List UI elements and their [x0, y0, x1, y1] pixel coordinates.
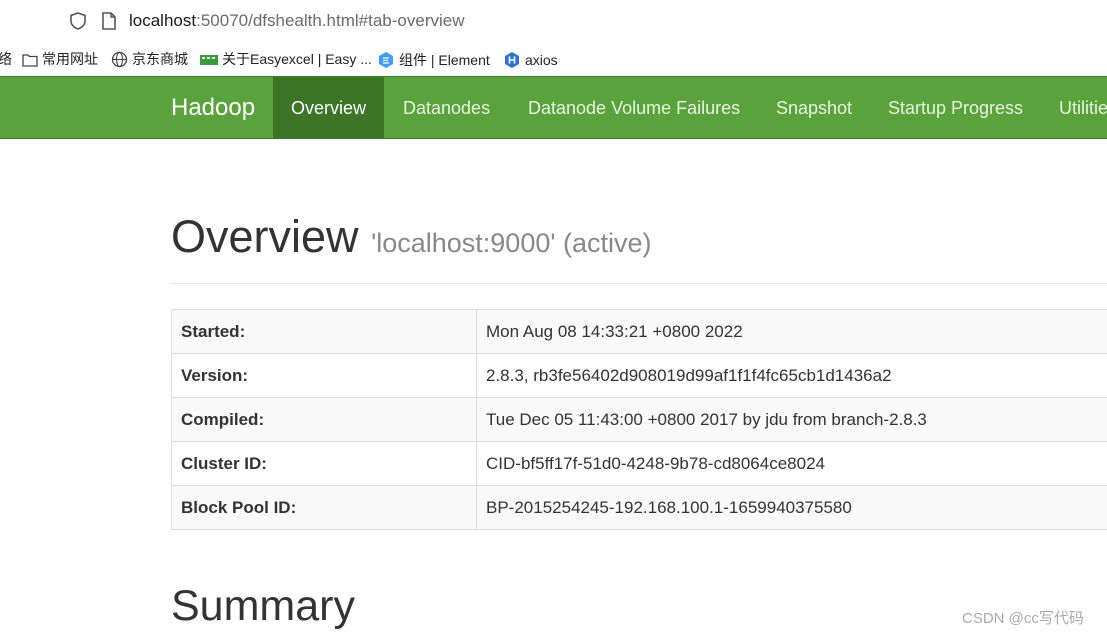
address-bar[interactable]: localhost:50070/dfshealth.html#tab-overv…: [0, 0, 1107, 42]
divider: [171, 283, 1107, 284]
row-value: Tue Dec 05 11:43:00 +0800 2017 by jdu fr…: [476, 397, 1107, 442]
bookmarks-bar: 络 常用网址 京东商城 关于Easyexcel | Easy ... 组件 | …: [0, 42, 1107, 75]
row-key: Cluster ID:: [171, 441, 477, 486]
url-text[interactable]: localhost:50070/dfshealth.html#tab-overv…: [129, 11, 465, 31]
bookmark-easyexcel[interactable]: 关于Easyexcel | Easy ...: [200, 51, 372, 68]
row-key: Compiled:: [171, 397, 477, 442]
summary-heading: Summary: [171, 582, 355, 630]
bookmark-label: 络: [0, 51, 12, 67]
tab-overview[interactable]: Overview: [273, 77, 385, 139]
brand-logo[interactable]: Hadoop: [171, 77, 255, 139]
overview-heading: Overview: [171, 211, 359, 262]
hadoop-navbar: Hadoop Overview Datanodes Datanode Volum…: [0, 76, 1107, 139]
table-row: Version: 2.8.3, rb3fe56402d908019d99af1f…: [171, 353, 1107, 398]
bookmark-label: axios: [525, 51, 558, 68]
folder-icon: [22, 53, 38, 67]
overview-subheading: 'localhost:9000' (active): [371, 228, 652, 258]
bookmark-element[interactable]: 组件 | Element: [377, 51, 490, 69]
row-key: Block Pool ID:: [171, 485, 477, 530]
bookmark-label: 京东商城: [132, 51, 188, 67]
tab-datanodes[interactable]: Datanodes: [403, 77, 490, 139]
row-value: BP-2015254245-192.168.100.1-165994037558…: [476, 485, 1107, 530]
row-value: 2.8.3, rb3fe56402d908019d99af1f1f4fc65cb…: [476, 353, 1107, 398]
page-title: Overview 'localhost:9000' (active): [171, 210, 652, 270]
table-row: Compiled: Tue Dec 05 11:43:00 +0800 2017…: [171, 397, 1107, 442]
table-row: Block Pool ID: BP-2015254245-192.168.100…: [171, 485, 1107, 530]
row-value: Mon Aug 08 14:33:21 +0800 2022: [476, 309, 1107, 354]
tab-utilities[interactable]: Utilitie: [1059, 77, 1107, 139]
bookmark-item[interactable]: 络: [0, 51, 12, 68]
tab-snapshot[interactable]: Snapshot: [776, 77, 852, 139]
bookmark-changyong[interactable]: 常用网址: [22, 51, 98, 68]
element-icon: [379, 52, 393, 68]
bookmark-axios[interactable]: axios: [503, 51, 558, 69]
table-row: Cluster ID: CID-bf5ff17f-51d0-4248-9b78-…: [171, 441, 1107, 486]
shield-icon[interactable]: [68, 11, 88, 31]
url-path: :50070/dfshealth.html#tab-overview: [196, 11, 465, 30]
tab-startup-progress[interactable]: Startup Progress: [888, 77, 1023, 139]
tab-datanode-volume-failures[interactable]: Datanode Volume Failures: [528, 77, 740, 139]
row-key: Started:: [171, 309, 477, 354]
bookmark-jd[interactable]: 京东商城: [111, 51, 188, 68]
globe-icon: [111, 51, 128, 68]
url-host: localhost: [129, 11, 197, 30]
bookmark-label: 组件 | Element: [399, 51, 490, 68]
overview-table: Started: Mon Aug 08 14:33:21 +0800 2022 …: [171, 309, 1107, 530]
page-icon: [102, 12, 116, 30]
row-key: Version:: [171, 353, 477, 398]
easyexcel-icon: [200, 54, 218, 65]
bookmark-label: 关于Easyexcel | Easy ...: [222, 51, 372, 67]
table-row: Started: Mon Aug 08 14:33:21 +0800 2022: [171, 309, 1107, 354]
watermark: CSDN @cc写代码: [962, 610, 1084, 627]
row-value: CID-bf5ff17f-51d0-4248-9b78-cd8064ce8024: [476, 441, 1107, 486]
bookmark-label: 常用网址: [42, 51, 98, 67]
axios-icon: [505, 52, 519, 68]
